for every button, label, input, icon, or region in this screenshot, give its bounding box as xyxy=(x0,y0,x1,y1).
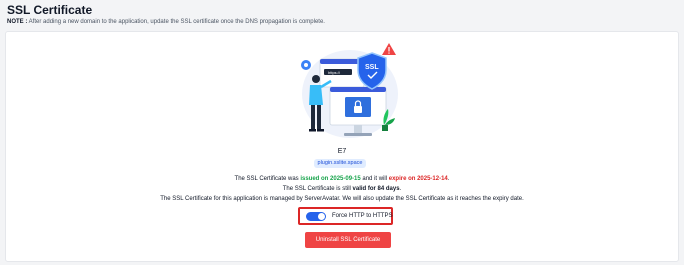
switch-knob xyxy=(318,212,325,220)
ssl-illustration: https:// SSL xyxy=(301,43,398,138)
address-bar-text: https:// xyxy=(328,70,341,75)
force-https-toggle-row[interactable]: Force HTTP to HTTPS xyxy=(298,207,393,225)
domain-badge: plugin.sslite.space xyxy=(314,159,366,168)
line1-middle: and it will xyxy=(360,176,389,182)
validity-line: The SSL Certificate is still valid for 8… xyxy=(6,186,678,192)
force-https-switch[interactable] xyxy=(306,211,326,221)
force-https-label: Force HTTP to HTTPS xyxy=(332,213,393,219)
line1-prefix: The SSL Certificate was xyxy=(234,176,301,182)
managed-by-line: The SSL Certificate for this application… xyxy=(160,196,524,202)
note-text: NOTE : After adding a new domain to the … xyxy=(7,19,325,25)
page-title: SSL Certificate xyxy=(7,3,93,17)
ssl-card: https:// SSL E7 plugin.sslite.space The … xyxy=(5,31,679,262)
certificate-name: E7 xyxy=(337,148,347,155)
warning-icon xyxy=(382,43,396,55)
uninstall-ssl-button[interactable]: Uninstall SSL Certificate xyxy=(305,232,391,248)
gear-icon xyxy=(301,60,311,70)
expire-date: expire on 2025-12-14 xyxy=(388,176,448,182)
valid-days: valid for 84 days xyxy=(352,186,400,192)
shield-text: SSL xyxy=(365,64,379,71)
line1-suffix: . xyxy=(447,176,450,182)
issued-date: issued on 2025-09-15 xyxy=(300,176,361,182)
note-body: After adding a new domain to the applica… xyxy=(27,19,325,25)
issued-expire-line: The SSL Certificate was issued on 2025-0… xyxy=(6,176,678,182)
note-label: NOTE : xyxy=(7,19,28,25)
line2-suffix: . xyxy=(399,186,402,192)
line2-prefix: The SSL Certificate is still xyxy=(282,186,353,192)
padlock-icon xyxy=(345,97,371,117)
